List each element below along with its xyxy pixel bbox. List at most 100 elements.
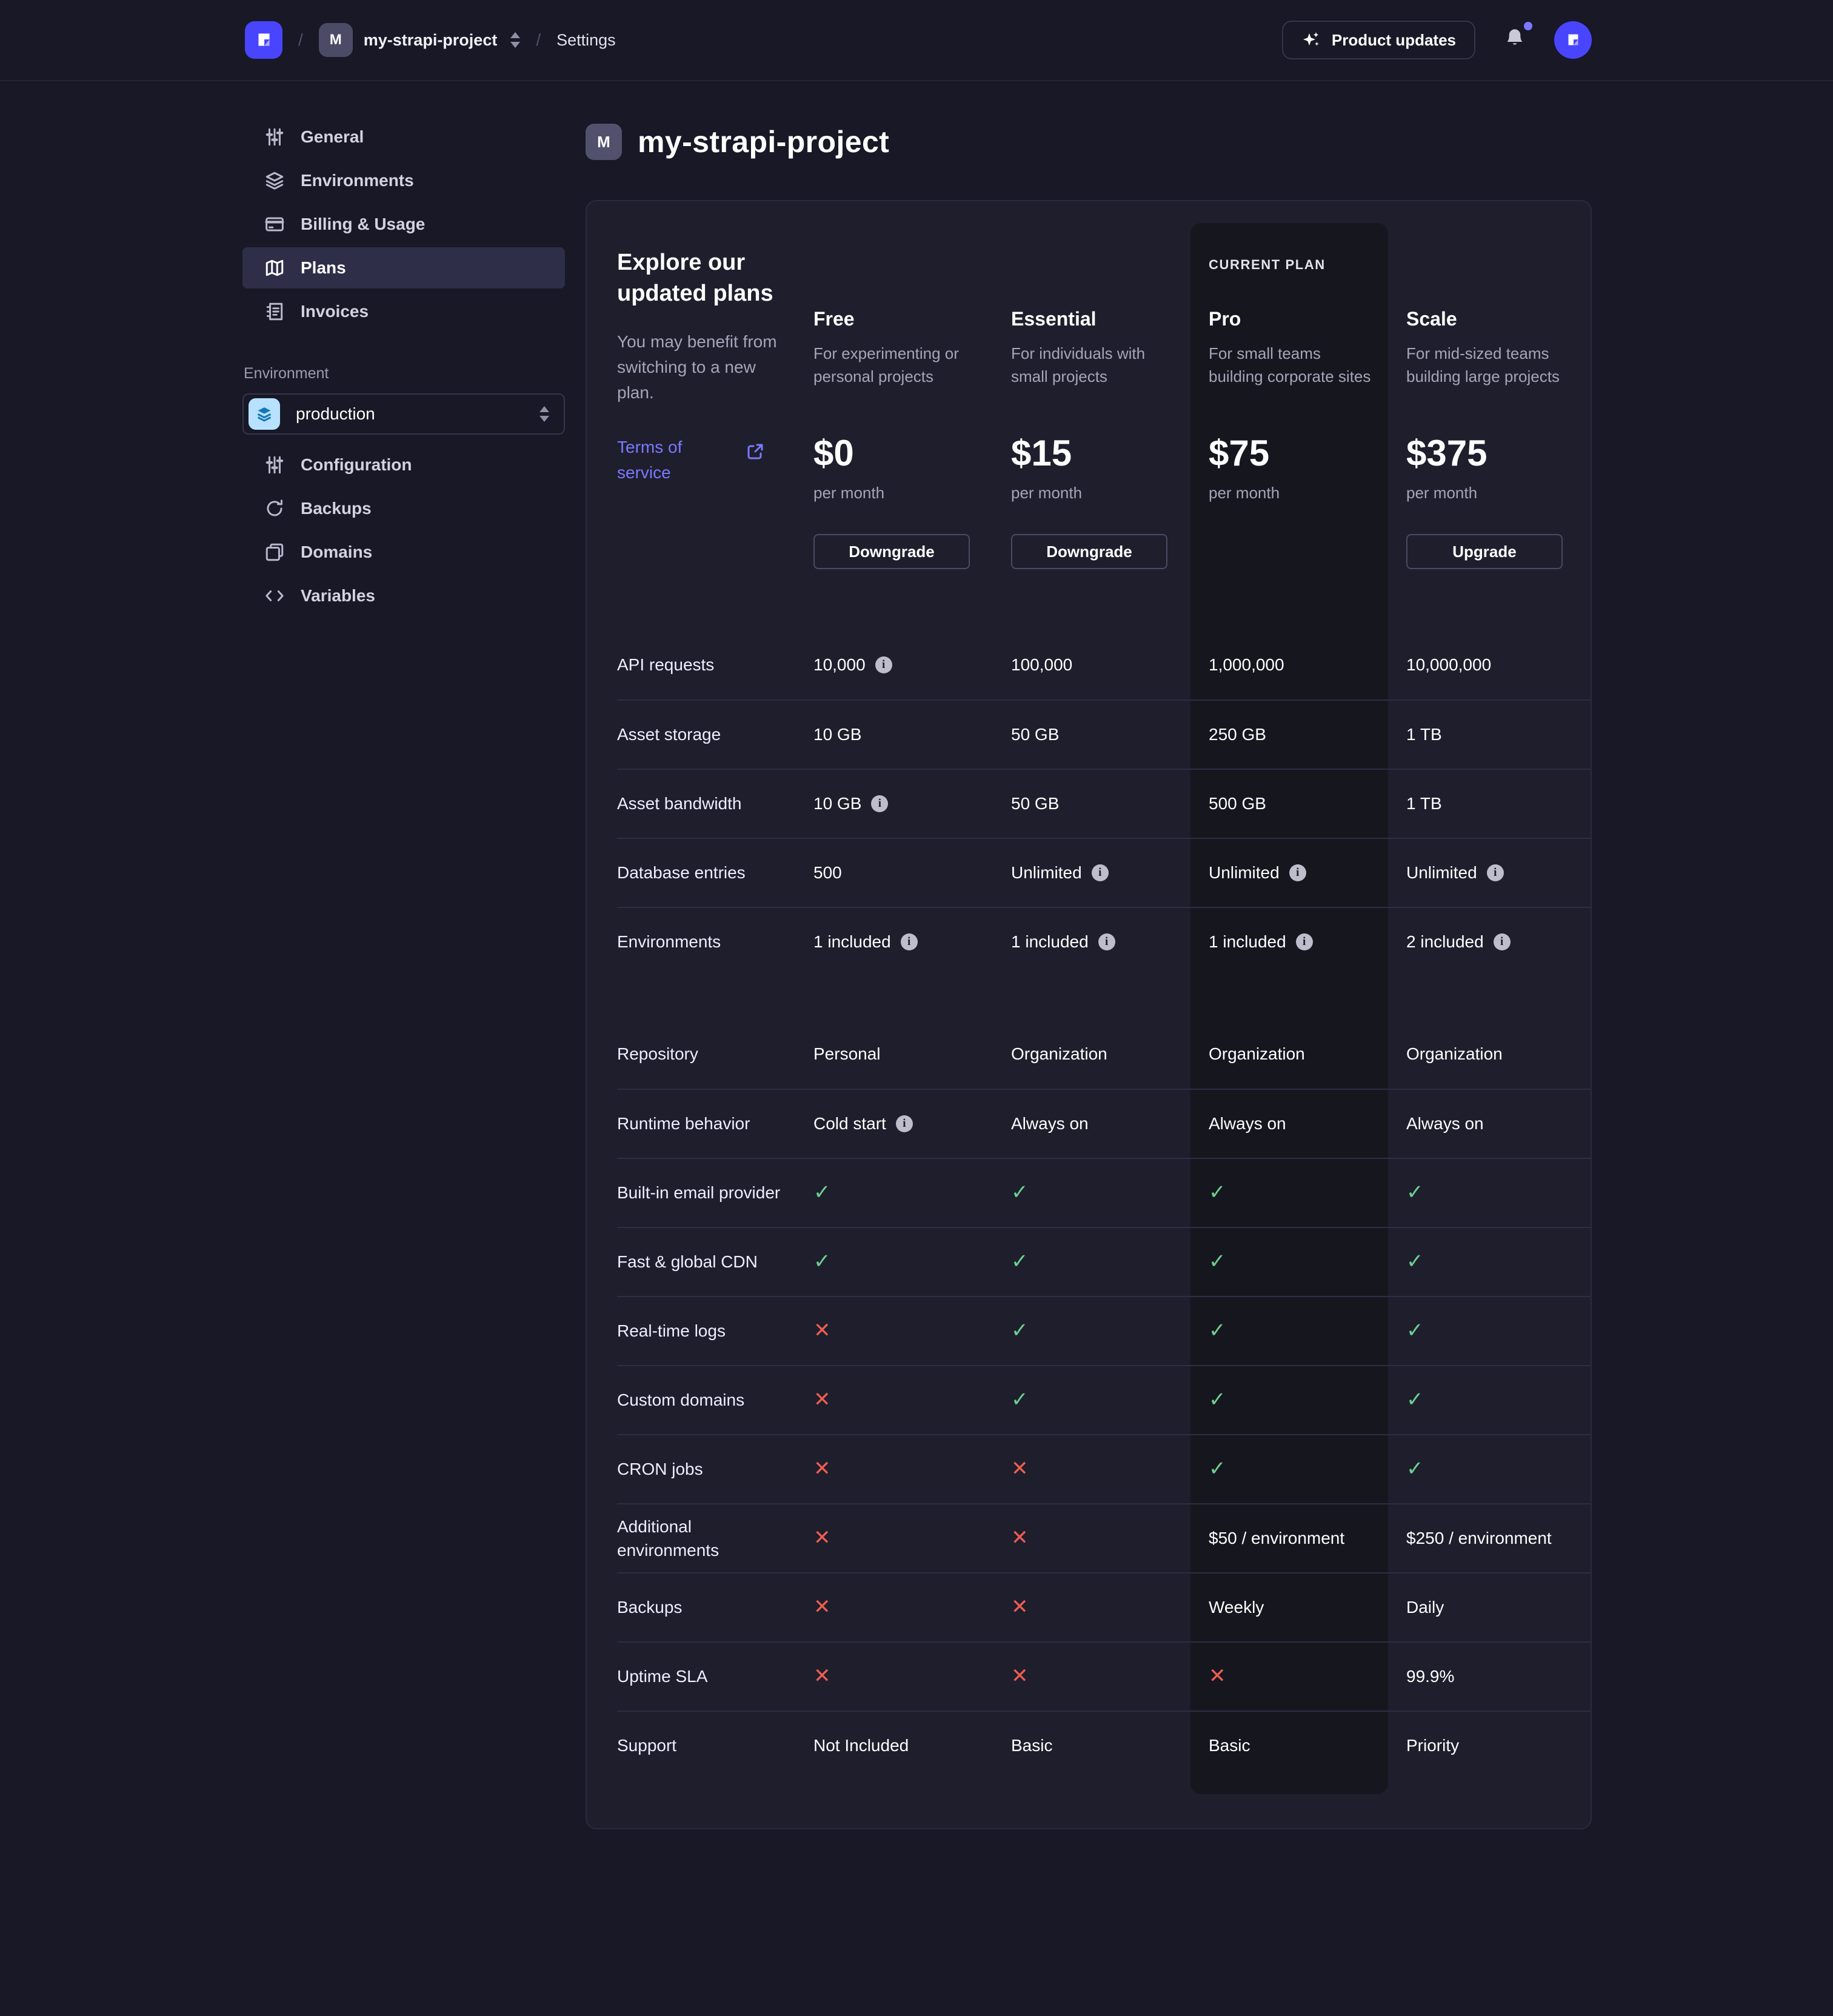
value-text: Organization	[1011, 1043, 1107, 1066]
value-text: Unlimited	[1209, 861, 1280, 884]
table-row-custom-domains: Custom domains✕✓✓✓	[617, 1365, 1591, 1434]
plan-price: $0	[813, 432, 978, 474]
info-icon[interactable]: i	[1098, 933, 1115, 950]
check-icon: ✓	[813, 1248, 831, 1276]
cross-icon: ✕	[1011, 1663, 1029, 1691]
check-icon: ✓	[1209, 1317, 1226, 1345]
value-text: 250 GB	[1209, 723, 1266, 746]
plan-price: $15	[1011, 432, 1176, 474]
row-value-cell: Personal	[795, 1043, 993, 1066]
row-value-cell: 50 GB	[993, 792, 1190, 815]
value-text: Unlimited	[1406, 861, 1477, 884]
sidebar-item-invoices[interactable]: Invoices	[242, 291, 565, 332]
value-text: $50 / environment	[1209, 1527, 1344, 1550]
sliders-icon	[264, 455, 285, 475]
info-icon[interactable]: i	[1487, 864, 1504, 881]
cross-icon: ✕	[813, 1317, 831, 1345]
sidebar-item-variables[interactable]: Variables	[242, 575, 565, 616]
value-text: Daily	[1406, 1596, 1444, 1619]
row-label: Repository	[617, 1042, 795, 1066]
downgrade-button-free[interactable]: Downgrade	[813, 534, 970, 569]
row-value-cell: 500	[795, 861, 993, 884]
row-value-cell: Organization	[993, 1043, 1190, 1066]
row-value-cell: ✕	[993, 1663, 1190, 1691]
info-icon[interactable]: i	[1092, 864, 1109, 881]
row-value-cell: ✓	[993, 1317, 1190, 1345]
table-row-cron-jobs: CRON jobs✕✕✓✓	[617, 1434, 1591, 1503]
terms-of-service-link[interactable]: Terms of service	[617, 435, 704, 486]
row-value-cell: 100,000	[993, 653, 1190, 676]
row-label: CRON jobs	[617, 1457, 795, 1481]
row-value-cell: ✓	[1388, 1248, 1586, 1276]
table-row-support: SupportNot IncludedBasicBasicPriority	[617, 1711, 1591, 1780]
row-label: Runtime behavior	[617, 1112, 795, 1135]
row-value-cell: Organization	[1190, 1043, 1388, 1066]
downgrade-button-essential[interactable]: Downgrade	[1011, 534, 1167, 569]
plan-name: Free	[813, 308, 978, 330]
plan-price: $375	[1406, 432, 1571, 474]
plan-name: Scale	[1406, 308, 1571, 330]
plans-header: Explore our updated plans You may benefi…	[617, 201, 1591, 630]
value-text: 10,000,000	[1406, 653, 1491, 676]
row-label: Additional environments	[617, 1515, 795, 1562]
table-row-environments: Environments1 includedi1 includedi1 incl…	[617, 907, 1591, 976]
plan-name: Essential	[1011, 308, 1176, 330]
plans-intro: Explore our updated plans You may benefi…	[617, 201, 795, 630]
plans-intro-body: You may benefit from switching to a new …	[617, 329, 778, 406]
row-value-cell: ✕	[993, 1524, 1190, 1552]
sidebar-item-environments[interactable]: Environments	[242, 160, 565, 201]
row-value-cell: ✕	[795, 1317, 993, 1345]
info-icon[interactable]: i	[875, 656, 892, 673]
table-row-runtime-behavior: Runtime behaviorCold startiAlways onAlwa…	[617, 1089, 1591, 1158]
project-switcher[interactable]: M my-strapi-project	[319, 23, 521, 57]
sidebar-item-general[interactable]: General	[242, 116, 565, 158]
value-text: 500 GB	[1209, 792, 1266, 815]
info-icon[interactable]: i	[901, 933, 918, 950]
sidebar-environment-nav: Configuration Backups DomainsVariables	[242, 444, 565, 616]
sidebar-item-label: Plans	[301, 258, 346, 278]
sidebar-item-domains[interactable]: Domains	[242, 532, 565, 573]
row-label: Built-in email provider	[617, 1181, 795, 1204]
row-value-cell: Daily	[1388, 1596, 1586, 1619]
sidebar-item-backups[interactable]: Backups	[242, 488, 565, 529]
info-icon[interactable]: i	[1289, 864, 1306, 881]
table-row-real-time-logs: Real-time logs✕✓✓✓	[617, 1296, 1591, 1365]
sidebar-item-label: Backups	[301, 499, 372, 518]
invoice-icon	[264, 301, 285, 322]
info-icon[interactable]: i	[871, 795, 888, 812]
row-label: Support	[617, 1734, 795, 1757]
row-label: Backups	[617, 1595, 795, 1619]
value-text: 10 GB	[813, 792, 861, 815]
row-label: Asset bandwidth	[617, 792, 795, 815]
row-value-cell: 1 includedi	[1190, 930, 1388, 953]
sidebar-item-label: Configuration	[301, 455, 412, 475]
row-label: Asset storage	[617, 723, 795, 746]
table-row-built-in-email-provider: Built-in email provider✓✓✓✓	[617, 1158, 1591, 1227]
row-value-cell: 250 GB	[1190, 723, 1388, 746]
cross-icon: ✕	[1209, 1663, 1226, 1691]
check-icon: ✓	[1011, 1317, 1029, 1345]
sidebar-item-billing-usage[interactable]: Billing & Usage	[242, 204, 565, 245]
value-text: 1 included	[813, 930, 891, 953]
sidebar: GeneralEnvironmentsBilling & Usage Plans I…	[242, 116, 565, 619]
check-icon: ✓	[1011, 1386, 1029, 1414]
cross-icon: ✕	[813, 1663, 831, 1691]
value-text: Basic	[1011, 1734, 1052, 1757]
row-label: Environments	[617, 930, 795, 953]
info-icon[interactable]: i	[1494, 933, 1511, 950]
strapi-logo-icon[interactable]	[245, 21, 282, 59]
table-row-api-requests: API requests10,000i100,0001,000,00010,00…	[617, 630, 1591, 699]
sidebar-item-plans[interactable]: Plans	[242, 247, 565, 289]
row-value-cell: 10 GB	[795, 723, 993, 746]
value-text: 1 TB	[1406, 792, 1442, 815]
plans-intro-title: Explore our updated plans	[617, 247, 778, 310]
upgrade-button-scale[interactable]: Upgrade	[1406, 534, 1563, 569]
sidebar-item-configuration[interactable]: Configuration	[242, 444, 565, 486]
row-value-cell: ✕	[795, 1455, 993, 1483]
table-row-asset-bandwidth: Asset bandwidth 10 GB i 50 GB 500 GB 1 TB	[617, 769, 1591, 838]
info-icon[interactable]: i	[896, 1115, 913, 1132]
info-icon[interactable]: i	[1296, 933, 1313, 950]
environment-select[interactable]: production	[242, 393, 565, 435]
table-row-asset-storage: Asset storage10 GB50 GB250 GB1 TB	[617, 699, 1591, 769]
value-text: 500	[813, 861, 842, 884]
